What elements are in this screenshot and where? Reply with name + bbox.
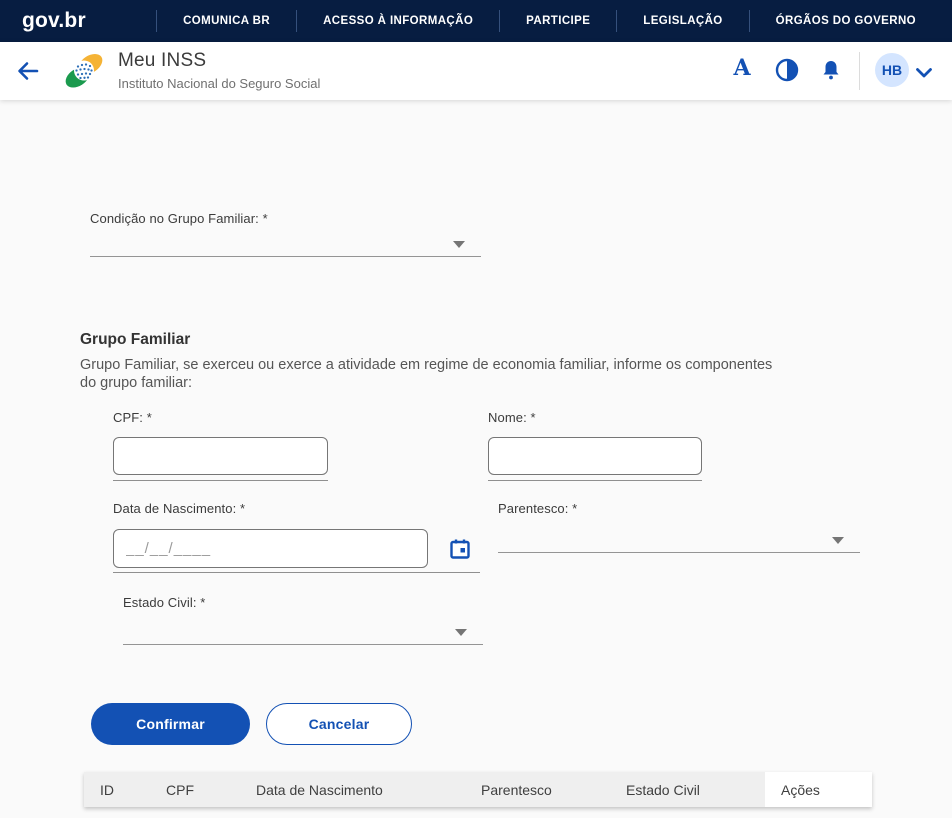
cancelar-button[interactable]: Cancelar (266, 703, 412, 745)
nav-item-acesso-a-informacao[interactable]: ACESSO À INFORMAÇÃO (297, 15, 499, 27)
govbr-logo[interactable]: gov.br (22, 9, 86, 33)
cpf-input-underline (113, 480, 328, 481)
page-title: Meu INSS (118, 50, 320, 72)
header-divider (859, 52, 860, 90)
nome-input[interactable] (488, 437, 702, 475)
page-subtitle: Instituto Nacional do Seguro Social (118, 76, 320, 91)
back-arrow-icon (15, 58, 41, 84)
nav-item-comunica-br[interactable]: COMUNICA BR (157, 15, 296, 27)
estado-civil-select[interactable] (123, 617, 483, 645)
cpf-label: CPF: * (113, 410, 152, 425)
meu-inss-page: gov.br COMUNICA BR ACESSO À INFORMAÇÃO P… (0, 0, 952, 818)
table-header-id: ID (84, 772, 150, 807)
table-header-parentesco: Parentesco (465, 772, 610, 807)
grupo-familiar-table-header: ID CPF Data de Nascimento Parentesco Est… (84, 772, 872, 807)
govbr-topbar: gov.br COMUNICA BR ACESSO À INFORMAÇÃO P… (0, 0, 952, 42)
dropdown-arrow-icon (453, 241, 465, 248)
confirmar-button[interactable]: Confirmar (91, 703, 250, 745)
dropdown-arrow-icon (832, 537, 844, 544)
data-nascimento-input[interactable] (113, 529, 428, 568)
app-title-box: Meu INSS Instituto Nacional do Seguro So… (118, 50, 320, 91)
notifications-bell-icon[interactable] (817, 56, 845, 84)
nome-label: Nome: * (488, 410, 536, 425)
condicao-grupo-familiar-select[interactable] (90, 229, 481, 257)
form-content: Condição no Grupo Familiar: * Grupo Fami… (0, 100, 952, 818)
user-menu-chevron-down-icon[interactable] (915, 66, 933, 84)
parentesco-select[interactable] (498, 525, 860, 553)
condicao-grupo-familiar-label: Condição no Grupo Familiar: * (90, 211, 268, 226)
user-avatar[interactable]: HB (875, 53, 909, 87)
grupo-familiar-section-description: Grupo Familiar, se exerceu ou exerce a a… (80, 357, 785, 392)
inss-logo-icon (63, 51, 105, 91)
table-header-acoes: Ações (765, 772, 872, 807)
table-header-estado-civil: Estado Civil (610, 772, 765, 807)
cpf-input[interactable] (113, 437, 328, 475)
grupo-familiar-section-title: Grupo Familiar (80, 331, 190, 349)
nav-item-legislacao[interactable]: LEGISLAÇÃO (617, 15, 748, 27)
estado-civil-label: Estado Civil: * (123, 595, 205, 610)
back-button[interactable] (15, 58, 41, 84)
govbr-nav: COMUNICA BR ACESSO À INFORMAÇÃO PARTICIP… (156, 0, 942, 42)
nav-item-participe[interactable]: PARTICIPE (500, 15, 616, 27)
data-nascimento-underline (113, 572, 480, 573)
calendar-icon[interactable] (448, 537, 472, 561)
contrast-icon[interactable] (773, 56, 801, 84)
table-header-data-nascimento: Data de Nascimento (240, 772, 465, 807)
nome-input-underline (488, 480, 702, 481)
parentesco-label: Parentesco: * (498, 501, 577, 516)
table-header-cpf: CPF (150, 772, 240, 807)
data-nascimento-label: Data de Nascimento: * (113, 501, 245, 516)
dropdown-arrow-icon (455, 629, 467, 636)
app-header: Meu INSS Instituto Nacional do Seguro So… (0, 42, 952, 100)
nav-item-orgaos-do-governo[interactable]: ÓRGÃOS DO GOVERNO (750, 15, 942, 27)
font-size-icon[interactable]: A (728, 54, 756, 82)
